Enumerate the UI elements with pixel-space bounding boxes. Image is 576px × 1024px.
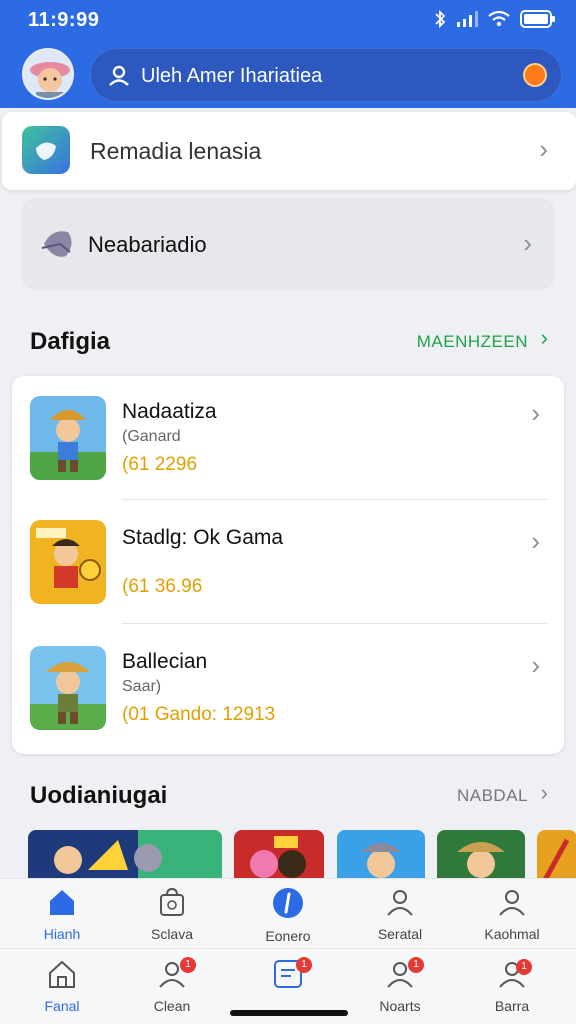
game-thumbnail-icon [30, 646, 106, 730]
tab-label: Kaohmal [484, 926, 540, 942]
list-item[interactable]: Stadlg: Ok Gama (61 36.96 › [12, 500, 564, 624]
game-title: Stadlg: Ok Gama [122, 526, 284, 549]
game-thumbnail-icon [30, 396, 106, 480]
person-icon [499, 890, 525, 916]
person-icon [387, 890, 413, 916]
status-icons [434, 10, 556, 28]
featured-card[interactable]: Remadia lenasia › [2, 112, 576, 190]
notification-badge-icon[interactable] [523, 63, 547, 87]
tab-label: Barra [494, 998, 530, 1014]
game-list: Nadaatiza (Ganard (61 2296 › Stadlg: Ok … [12, 376, 564, 754]
chevron-right-icon: › [539, 134, 548, 164]
home-indicator[interactable] [230, 1010, 348, 1016]
secondary-card-label: Neabariadio [88, 232, 207, 257]
wifi-icon [488, 11, 510, 27]
featured-card-label: Remadia lenasia [90, 138, 262, 164]
tab-home-alt[interactable]: Fanal [12, 959, 112, 1014]
bag-icon [160, 887, 184, 916]
tab-tasks[interactable]: 1 [238, 957, 338, 998]
secondary-card[interactable]: Neabariadio › [22, 198, 554, 290]
tab-label: Fanal [44, 998, 80, 1014]
tab-label: Hianh [43, 926, 81, 942]
tab-badge: 1 [180, 957, 196, 973]
chevron-right-icon: › [531, 398, 540, 428]
thumbnail-item[interactable] [234, 830, 324, 878]
tab-label: Noarts [379, 998, 421, 1014]
list-item[interactable]: Nadaatiza (Ganard (61 2296 › [12, 376, 564, 500]
tab-me[interactable]: 1 Barra [462, 959, 562, 1014]
tab-search[interactable]: Seratal [350, 887, 450, 942]
bluetooth-icon [435, 10, 446, 28]
signal-icon [457, 11, 478, 27]
tab-label: Eonero [265, 928, 311, 944]
chevron-right-icon: › [531, 526, 540, 556]
game-price: (01 Gando: 12913 [122, 704, 276, 725]
home-icon [50, 890, 74, 915]
tab-label: Sclava [150, 926, 194, 942]
user-search-icon [109, 65, 129, 86]
see-all-link[interactable]: NABDAL [457, 786, 528, 806]
status-bar: 11:9:99 [0, 0, 576, 40]
app-tile-icon [22, 126, 70, 174]
chevron-right-icon: › [540, 780, 548, 805]
tab-label: Seratal [377, 926, 423, 942]
game-price: (61 2296 [122, 454, 198, 475]
tab-notifications[interactable]: 1 Noarts [350, 957, 450, 1014]
compass-icon [273, 888, 303, 918]
section-title-featured: Dafigia [30, 328, 111, 355]
tab-bar-primary: Hianh Sclava Eonero Seratal Kaohmal [0, 878, 576, 948]
tab-home[interactable]: Hianh [12, 887, 112, 942]
battery-icon [520, 10, 555, 28]
tab-store[interactable]: Sclava [122, 887, 222, 942]
tab-clean[interactable]: 1 Clean [122, 957, 222, 1014]
search-placeholder: Uleh Amer Ihariatiea [141, 65, 323, 87]
shield-icon [41, 231, 72, 257]
search-bar[interactable]: Uleh Amer Ihariatiea [90, 48, 562, 102]
chevron-right-icon: › [531, 650, 540, 680]
game-title: Ballecian [122, 650, 208, 673]
app-header: Uleh Amer Ihariatiea [0, 40, 576, 108]
tab-label: Clean [153, 998, 191, 1014]
home-outline-icon [49, 960, 75, 988]
thumbnail-strip [0, 830, 576, 878]
game-subtitle: (Ganard [122, 428, 181, 445]
game-subtitle: Saar) [122, 678, 162, 695]
list-item[interactable]: Ballecian Saar) (01 Gando: 12913 › [12, 624, 564, 748]
tab-profile[interactable]: Kaohmal [462, 887, 562, 942]
tab-explore[interactable]: Eonero [238, 887, 338, 944]
tab-badge: 1 [516, 959, 532, 975]
chevron-right-icon: › [523, 228, 532, 258]
section-title-updates: Uodianiugai [30, 782, 168, 809]
thumbnail-item[interactable] [437, 830, 525, 878]
thumbnail-item[interactable] [537, 830, 576, 878]
avatar-icon [24, 50, 72, 98]
game-thumbnail-icon [30, 520, 106, 604]
chevron-right-icon: › [540, 325, 548, 350]
game-price: (61 36.96 [122, 576, 203, 597]
status-time: 11:9:99 [28, 9, 100, 31]
avatar[interactable] [22, 48, 74, 100]
tab-badge: 1 [408, 957, 424, 973]
thumbnail-item[interactable] [28, 830, 222, 878]
thumbnail-item[interactable] [337, 830, 425, 878]
see-more-link[interactable]: MAENHZEEN [417, 332, 528, 352]
game-title: Nadaatiza [122, 400, 217, 423]
tab-badge: 1 [296, 957, 312, 973]
